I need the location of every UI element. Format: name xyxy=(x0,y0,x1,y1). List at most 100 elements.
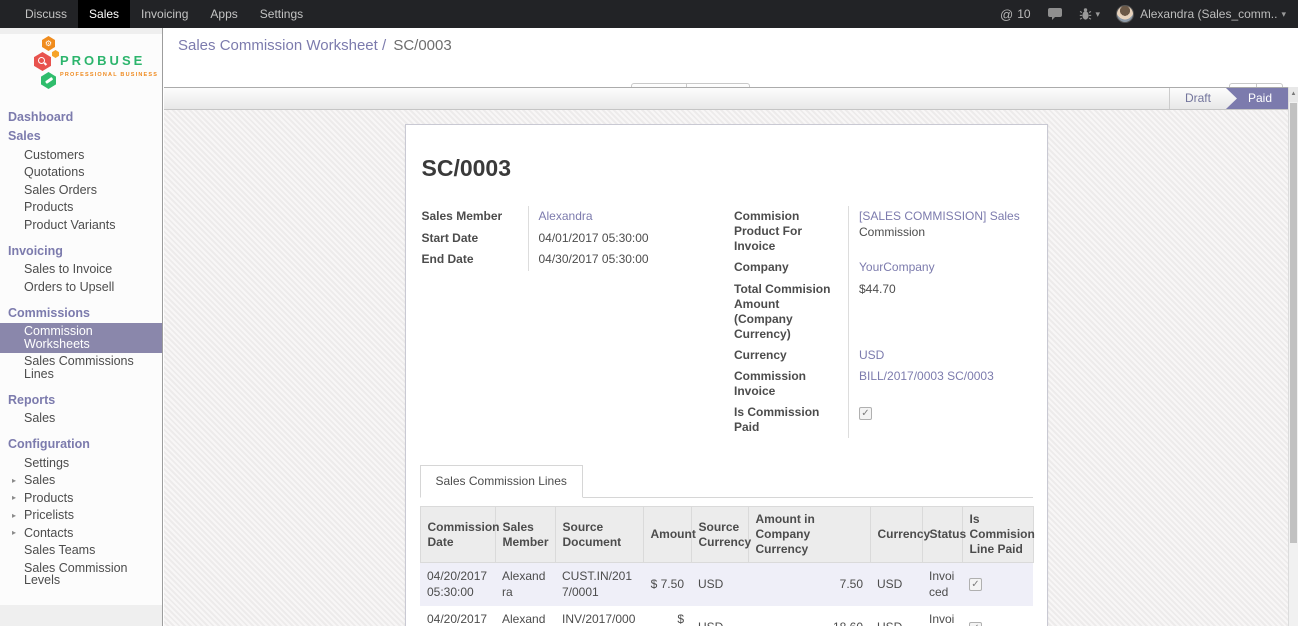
sidebar-nav: Dashboard Sales Customers Quotations Sal… xyxy=(0,108,162,589)
field-value-company[interactable]: YourCompany xyxy=(859,260,935,274)
avatar xyxy=(1116,5,1134,23)
field-value-sales-member[interactable]: Alexandra xyxy=(539,209,593,223)
sidebar-item-products[interactable]: Products xyxy=(0,199,162,217)
is-commission-paid-checkbox: ✓ xyxy=(859,407,872,420)
expand-arrow-icon: ▸ xyxy=(12,510,16,523)
col-header-commission-date: Commission Date xyxy=(420,507,495,563)
menu-apps[interactable]: Apps xyxy=(199,0,248,28)
field-label-commission-invoice: Commission Invoice xyxy=(732,366,848,402)
sidebar-item-settings[interactable]: Settings xyxy=(0,454,162,472)
user-menu[interactable]: Alexandra (Sales_comm.. ▾ xyxy=(1116,5,1286,23)
scroll-up-icon[interactable]: ▲ xyxy=(1289,87,1298,102)
menu-sales[interactable]: Sales xyxy=(78,0,130,28)
at-icon: @ xyxy=(1000,7,1013,22)
top-menu: Discuss Sales Invoicing Apps Settings xyxy=(14,0,314,28)
status-bar: Draft Paid xyxy=(164,87,1298,110)
sidebar-item-reports-sales[interactable]: Sales xyxy=(0,410,162,428)
chat-button[interactable] xyxy=(1047,7,1063,21)
field-value-end-date: 04/30/2017 05:30:00 xyxy=(528,249,727,271)
col-header-source-currency: Source Currency xyxy=(691,507,748,563)
col-header-currency: Currency xyxy=(870,507,922,563)
sidebar-item-sales-orders[interactable]: Sales Orders xyxy=(0,181,162,199)
field-value-commission-invoice[interactable]: BILL/2017/0003 SC/0003 xyxy=(859,369,994,383)
sidebar-item-sales-teams[interactable]: Sales Teams xyxy=(0,542,162,560)
breadcrumb-parent-link[interactable]: Sales Commission Worksheet xyxy=(178,37,378,54)
field-label-end-date: End Date xyxy=(420,249,528,271)
logo-magnifier-hexagon xyxy=(34,52,51,71)
vertical-scrollbar[interactable]: ▲ xyxy=(1288,87,1298,626)
breadcrumb-current: SC/0003 xyxy=(393,37,451,54)
field-value-commission-product-link[interactable]: [SALES COMMISSION] Sales xyxy=(859,209,1020,223)
field-label-company: Company xyxy=(732,257,848,279)
scrollbar-thumb[interactable] xyxy=(1290,103,1297,543)
field-label-commission-product: Commision Product For Invoice xyxy=(732,206,848,257)
field-group-left: Sales Member Alexandra Start Date 04/01/… xyxy=(420,206,727,438)
sidebar-item-sales-commission-levels[interactable]: Sales Commission Levels xyxy=(0,559,162,589)
field-value-total-commission-amount: $44.70 xyxy=(848,279,1033,345)
expand-arrow-icon: ▸ xyxy=(12,527,16,540)
field-value-currency[interactable]: USD xyxy=(859,348,884,362)
sidebar-item-config-pricelists[interactable]: ▸Pricelists xyxy=(0,507,162,525)
sidebar-item-dashboard[interactable]: Dashboard xyxy=(0,108,162,127)
status-paid[interactable]: Paid xyxy=(1226,88,1288,109)
breadcrumb: Sales Commission Worksheet / SC/0003 xyxy=(164,28,1298,54)
field-group-right: Commision Product For Invoice [SALES COM… xyxy=(726,206,1033,438)
table-row[interactable]: 04/20/2017 05:30:00 Alexandra CUST.IN/20… xyxy=(420,563,1033,607)
menu-invoicing[interactable]: Invoicing xyxy=(130,0,199,28)
field-label-is-commission-paid: Is Commission Paid xyxy=(732,402,848,438)
line-paid-checkbox: ✓ xyxy=(969,578,982,591)
field-label-sales-member: Sales Member xyxy=(420,206,528,228)
sidebar-item-sales-to-invoice[interactable]: Sales to Invoice xyxy=(0,261,162,279)
form-sheet: SC/0003 Sales Member Alexandra Start Dat… xyxy=(405,124,1048,626)
caret-down-icon: ▾ xyxy=(1281,9,1286,20)
expand-arrow-icon: ▸ xyxy=(12,492,16,505)
logo-gear-hexagon: ⚙ xyxy=(42,36,55,51)
sidebar-item-orders-to-upsell[interactable]: Orders to Upsell xyxy=(0,278,162,296)
sidebar-section-reports: Reports xyxy=(0,383,162,410)
magnifier-icon xyxy=(38,57,47,66)
sidebar-item-product-variants[interactable]: Product Variants xyxy=(0,216,162,234)
col-header-amount-company-currency: Amount in Company Currency xyxy=(748,507,870,563)
field-label-start-date: Start Date xyxy=(420,228,528,250)
menu-discuss[interactable]: Discuss xyxy=(14,0,78,28)
commission-lines-table: Commission Date Sales Member Source Docu… xyxy=(420,506,1034,626)
sidebar-item-sales-commissions-lines[interactable]: Sales Commissions Lines xyxy=(0,353,162,383)
expand-arrow-icon: ▸ xyxy=(12,475,16,488)
probuse-logo: ⚙ PROBUSE PROFESSIONAL BUSINESS xyxy=(0,34,162,94)
status-draft[interactable]: Draft xyxy=(1169,88,1226,109)
sidebar-item-config-contacts[interactable]: ▸Contacts xyxy=(0,524,162,542)
bug-icon xyxy=(1079,7,1092,21)
record-title: SC/0003 xyxy=(422,155,1033,182)
debug-menu[interactable]: ▾ xyxy=(1079,7,1101,21)
table-header-row: Commission Date Sales Member Source Docu… xyxy=(420,507,1033,563)
messages-counter[interactable]: @ 10 xyxy=(1000,7,1031,22)
menu-settings[interactable]: Settings xyxy=(249,0,314,28)
col-header-is-commission-line-paid: Is Commision Line Paid xyxy=(962,507,1033,563)
sidebar-section-configuration: Configuration xyxy=(0,427,162,454)
sidebar-item-config-products[interactable]: ▸Products xyxy=(0,489,162,507)
sidebar: ⚙ PROBUSE PROFESSIONAL BUSINESS Dashboar… xyxy=(0,28,163,626)
caret-down-icon: ▾ xyxy=(1096,9,1101,20)
main-area: Sales Commission Worksheet / SC/0003 Pri… xyxy=(164,28,1298,626)
tool-icon xyxy=(45,77,53,84)
messages-count: 10 xyxy=(1017,7,1030,21)
breadcrumb-separator: / xyxy=(382,37,386,54)
field-label-currency: Currency xyxy=(732,345,848,367)
sidebar-item-customers[interactable]: Customers xyxy=(0,146,162,164)
table-row[interactable]: 04/20/2017 05:30:00 Alexandra INV/2017/0… xyxy=(420,606,1033,626)
top-navbar: Discuss Sales Invoicing Apps Settings @ … xyxy=(0,0,1298,28)
sidebar-section-invoicing: Invoicing xyxy=(0,234,162,261)
tab-sales-commission-lines[interactable]: Sales Commission Lines xyxy=(420,465,583,498)
col-header-amount: Amount xyxy=(643,507,691,563)
line-paid-checkbox: ✓ xyxy=(969,622,982,626)
sidebar-section-sales[interactable]: Sales xyxy=(0,127,162,146)
field-value-start-date: 04/01/2017 05:30:00 xyxy=(528,228,727,250)
sidebar-item-commission-worksheets[interactable]: Commission Worksheets xyxy=(0,323,162,353)
logo-small-hexagon xyxy=(52,50,59,58)
sidebar-item-quotations[interactable]: Quotations xyxy=(0,164,162,182)
sidebar-item-config-sales[interactable]: ▸Sales xyxy=(0,472,162,490)
field-value-commission-product-rest: Commission xyxy=(859,225,1033,241)
col-header-sales-member: Sales Member xyxy=(495,507,555,563)
logo-title: PROBUSE xyxy=(60,53,145,68)
chat-bubble-icon xyxy=(1047,7,1063,21)
